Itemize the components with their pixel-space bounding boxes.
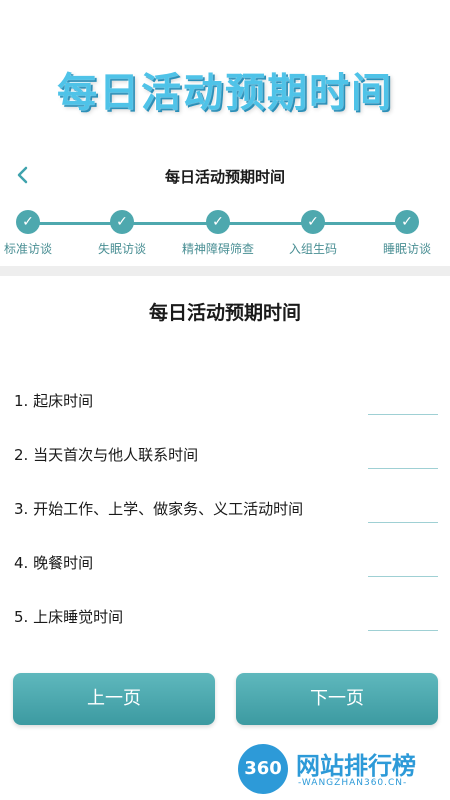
question-row: 1. 起床时间: [14, 390, 438, 430]
step-label: 精神障碍筛查: [181, 242, 254, 256]
step-label: 失眠访谈: [97, 242, 146, 256]
step-5: ✓ 睡眠访谈: [367, 210, 447, 257]
question-label: 1. 起床时间: [14, 392, 94, 410]
question-row: 2. 当天首次与他人联系时间: [14, 444, 438, 484]
question-label: 5. 上床睡觉时间: [14, 608, 124, 626]
check-icon: ✓: [395, 210, 419, 234]
check-icon: ✓: [110, 210, 134, 234]
prev-page-button[interactable]: 上一页: [13, 673, 215, 725]
question-row: 4. 晚餐时间: [14, 552, 438, 592]
watermark-logo: 360: [238, 744, 288, 794]
step-2: ✓ 失眠访谈: [82, 210, 162, 257]
step-label: 睡眠访谈: [382, 242, 431, 256]
next-page-button[interactable]: 下一页: [236, 673, 438, 725]
nav-bar: 每日活动预期时间: [0, 158, 450, 196]
form-title: 每日活动预期时间: [148, 302, 301, 324]
answer-field[interactable]: [368, 630, 438, 631]
watermark: 360 网站排行榜 -WANGZHAN360.CN-: [238, 742, 448, 796]
question-label: 3. 开始工作、上学、做家务、义工活动时间: [14, 500, 304, 518]
question-row: 3. 开始工作、上学、做家务、义工活动时间: [14, 498, 438, 538]
watermark-text: 网站排行榜: [296, 752, 416, 780]
question-label: 4. 晚餐时间: [14, 554, 94, 572]
step-label: 标准访谈: [3, 242, 52, 256]
answer-field[interactable]: [368, 576, 438, 577]
step-1: ✓ 标准访谈: [0, 210, 68, 257]
check-icon: ✓: [301, 210, 325, 234]
page-title: 每日活动预期时间: [164, 168, 285, 186]
step-3: ✓ 精神障碍筛查: [178, 210, 258, 257]
answer-field[interactable]: [368, 468, 438, 469]
check-icon: ✓: [16, 210, 40, 234]
section-divider: [0, 266, 450, 276]
banner-title: 每日活动预期时间: [57, 70, 393, 116]
watermark-subtext: -WANGZHAN360.CN-: [298, 778, 408, 788]
progress-steps: ✓ 标准访谈 ✓ 失眠访谈 ✓ 精神障碍筛查 ✓ 入组生码 ✓ 睡眠访谈: [0, 210, 450, 260]
question-row: 5. 上床睡觉时间: [14, 606, 438, 646]
answer-field[interactable]: [368, 414, 438, 415]
check-icon: ✓: [206, 210, 230, 234]
answer-field[interactable]: [368, 522, 438, 523]
question-label: 2. 当天首次与他人联系时间: [14, 446, 199, 464]
step-4: ✓ 入组生码: [273, 210, 353, 257]
step-label: 入组生码: [288, 242, 337, 256]
